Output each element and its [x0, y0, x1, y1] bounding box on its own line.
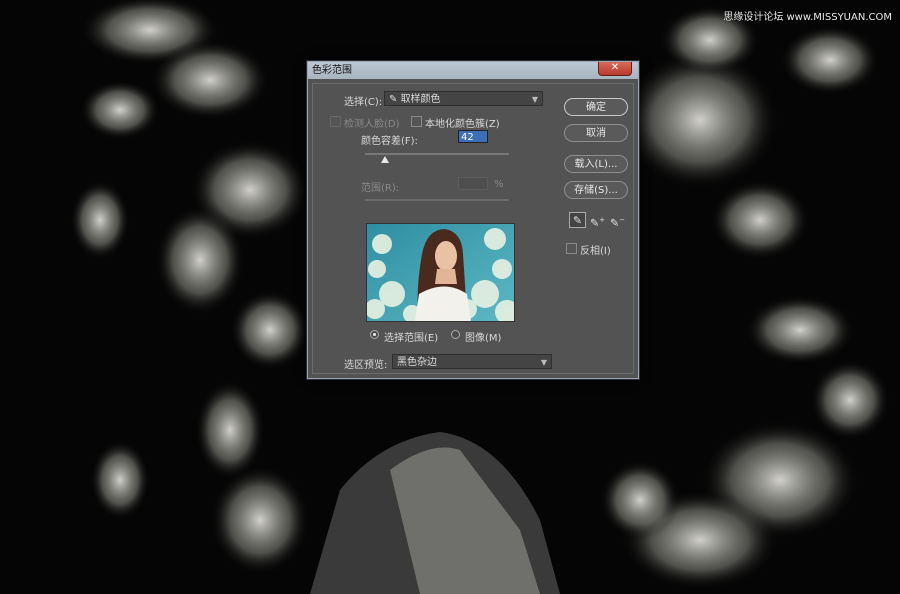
- image-radio-label: 图像(M): [465, 333, 502, 344]
- selection-radio-label: 选择范围(E): [384, 333, 439, 344]
- chevron-down-icon: ▼: [540, 358, 547, 367]
- eyedropper-icon: ✎: [389, 94, 401, 105]
- range-unit: %: [494, 179, 504, 190]
- selection-preview-dropdown[interactable]: 黑色杂边 ▼: [392, 354, 552, 369]
- preview-value: 黑色杂边: [397, 357, 437, 368]
- select-value: 取样颜色: [400, 94, 441, 105]
- watermark: 思缘设计论坛 www.MISSYUAN.COM: [723, 12, 892, 23]
- color-range-dialog: 色彩范围 ✕ 选择(C): ✎ 取样颜色 ▼ 检测人脸(D) 本地化颜色簇(Z)…: [307, 61, 639, 379]
- select-label: 选择(C):: [344, 97, 383, 108]
- localized-clusters-checkbox[interactable]: [411, 116, 422, 127]
- load-button[interactable]: 载入(L)...: [564, 155, 628, 173]
- detect-faces-label: 检测人脸(D): [344, 119, 400, 130]
- range-input: [458, 177, 488, 190]
- image-radio[interactable]: [451, 330, 460, 339]
- invert-label: 反相(I): [580, 246, 611, 257]
- dialog-body: 选择(C): ✎ 取样颜色 ▼ 检测人脸(D) 本地化颜色簇(Z) 颜色容差(F…: [312, 83, 634, 374]
- eyedropper-icon[interactable]: ✎: [569, 212, 586, 228]
- select-dropdown[interactable]: ✎ 取样颜色 ▼: [384, 91, 543, 106]
- selection-radio[interactable]: [370, 330, 379, 339]
- fuzziness-input[interactable]: 42: [458, 130, 488, 143]
- detect-faces-checkbox[interactable]: [330, 116, 341, 127]
- invert-checkbox[interactable]: [566, 243, 577, 254]
- fuzziness-slider-track[interactable]: [365, 153, 509, 155]
- preview-label: 选区预览:: [344, 360, 388, 371]
- range-slider-track: [365, 199, 509, 201]
- close-button[interactable]: ✕: [598, 62, 632, 76]
- save-button[interactable]: 存储(S)...: [564, 181, 628, 199]
- eyedropper-minus-icon[interactable]: ✎−: [609, 212, 626, 230]
- fuzziness-slider-thumb[interactable]: [381, 156, 390, 163]
- ok-button[interactable]: 确定: [564, 98, 628, 116]
- fuzziness-label: 颜色容差(F):: [361, 136, 418, 147]
- eyedropper-plus-icon[interactable]: ✎+: [589, 212, 606, 230]
- range-label: 范围(R):: [361, 183, 400, 194]
- dialog-titlebar[interactable]: 色彩范围: [308, 62, 638, 79]
- selection-preview-image: [366, 223, 515, 322]
- localized-clusters-label: 本地化颜色簇(Z): [425, 119, 500, 130]
- dialog-title: 色彩范围: [312, 65, 352, 76]
- chevron-down-icon: ▼: [531, 95, 538, 104]
- cancel-button[interactable]: 取消: [564, 124, 628, 142]
